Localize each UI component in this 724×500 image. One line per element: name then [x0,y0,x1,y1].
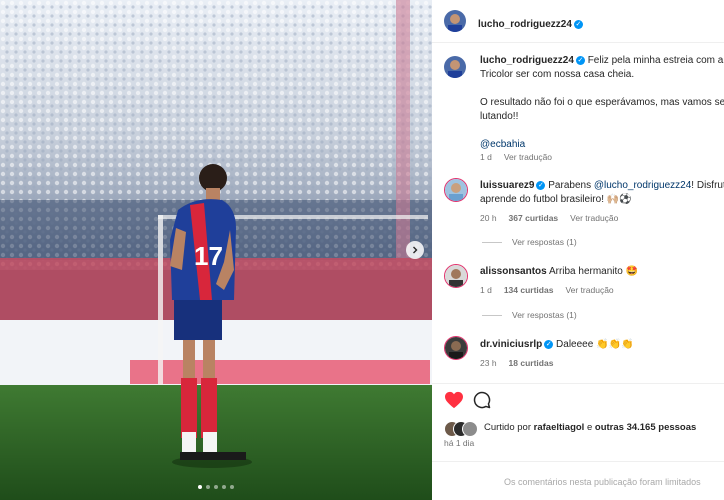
caption-username[interactable]: lucho_rodriguezz24 [480,55,574,66]
carousel-dot [198,485,202,489]
post-age: há 1 dia [444,438,475,448]
carousel-dots [0,485,432,489]
actions-divider [432,383,724,385]
comment-likes-link[interactable]: 18 curtidas [509,358,554,368]
see-translation-link[interactable]: Ver tradução [504,152,552,162]
caption-author-avatar[interactable] [444,56,466,78]
comment-text: dr.viniciusrlp ✓ Daleeee 👏👏👏 [480,339,634,350]
verified-badge-icon: ✓ [536,181,546,190]
post-photo[interactable]: 17 [0,0,432,500]
comment-username[interactable]: luissuarez9 [480,180,534,191]
carousel-dot [206,485,210,489]
caption-line-4: lutando!! [480,111,519,122]
like-button[interactable] [444,391,464,409]
carousel-dot [222,485,226,489]
caption-tag-link[interactable]: @ecbahia [480,138,724,152]
carousel-dot [214,485,218,489]
liked-by-text: Curtido por rafaeltiagol e outras 34.165… [484,422,697,433]
comment-meta: 1 d 134 curtidas Ver tradução [480,285,614,295]
caption-meta: 1 d Ver tradução [480,152,564,162]
comments-limited-notice: Os comentários nesta publicação foram li… [432,461,724,500]
caption-line-1: Feliz pela minha estreia com a c [587,55,724,66]
comment-text: alissonsantos Arriba hermanito 🤩 [480,266,639,277]
carousel-next-button[interactable] [406,241,424,259]
chevron-right-icon [413,246,418,254]
post-header: lucho_rodriguezz24 ✓ [432,0,724,43]
see-translation-link[interactable]: Ver tradução [570,213,618,223]
comment-avatar-luissuarez9[interactable] [444,178,468,202]
comment-username[interactable]: dr.viniciusrlp [480,339,542,350]
comment-text: luissuarez9 ✓ Parabens @lucho_rodriguezz2… [480,180,724,205]
comment-likes-link[interactable]: 134 curtidas [504,285,554,295]
player-photo-illustration: 17 [0,0,432,500]
comment-avatar-alissonsantos[interactable] [444,264,468,288]
caption-line-2: Tricolor ser com nossa casa cheia. [480,69,635,80]
see-translation-link[interactable]: Ver tradução [565,285,613,295]
comment-likes-link[interactable]: 367 curtidas [509,213,559,223]
comment-button[interactable] [473,391,491,409]
comment-username[interactable]: alissonsantos [480,266,547,277]
comment-icon [473,391,491,409]
view-replies-button[interactable]: Ver respostas (1) [482,237,577,247]
svg-text:17: 17 [194,241,223,271]
caption-text: lucho_rodriguezz24 ✓ Feliz pela minha est… [480,54,724,152]
verified-badge-icon: ✓ [544,340,554,349]
comment-avatar-drviniciusrlp[interactable] [444,336,468,360]
comment-meta: 20 h 367 curtidas Ver tradução [480,213,619,223]
carousel-dot [230,485,234,489]
liked-by-others-link[interactable]: outras 34.165 pessoas [595,422,696,433]
view-replies-button[interactable]: Ver respostas (1) [482,310,577,320]
verified-badge-icon: ✓ [573,20,583,29]
caption-age: 1 d [480,152,492,162]
author-avatar[interactable] [444,10,466,32]
caption-line-3: O resultado não foi o que esperávamos, m… [480,97,724,108]
post-side-panel: lucho_rodriguezz24 ✓ lucho_rodriguezz24 ✓ … [432,0,724,500]
heart-filled-icon [445,391,463,409]
verified-badge-icon: ✓ [575,56,585,65]
liked-by-user-link[interactable]: rafaeltiagol [534,422,585,433]
author-username[interactable]: lucho_rodriguezz24 [478,19,572,30]
comment-meta: 23 h 18 curtidas [480,358,554,368]
comment-mention-link[interactable]: @lucho_rodriguezz24 [594,180,691,191]
liked-by-avatars[interactable] [444,421,480,437]
